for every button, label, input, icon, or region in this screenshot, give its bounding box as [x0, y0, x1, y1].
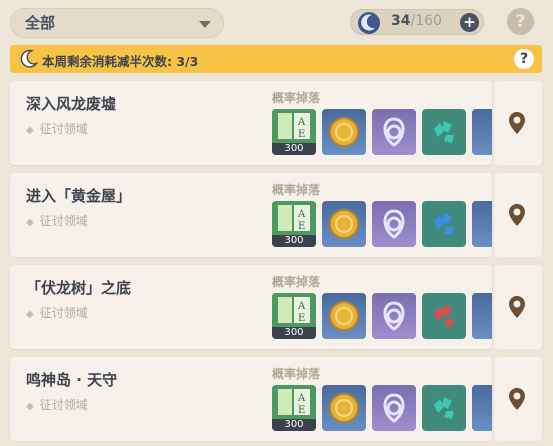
drops-label: 概率掉落 [272, 91, 321, 105]
svg-text:A: A [297, 209, 306, 220]
domain-type: ◆ 征讨领域 [26, 398, 88, 412]
domain-card[interactable]: 「伏龙树」之底 ◆ 征讨领域 概率掉落 A E 300 [10, 265, 492, 349]
knot-icon [383, 117, 405, 147]
locate-button[interactable] [494, 357, 542, 441]
adventure-exp-item[interactable]: A E 300 [272, 293, 316, 339]
item-count: 300 [272, 143, 316, 155]
extra-item[interactable] [472, 385, 492, 431]
weekly-notice-banner: 本周剩余消耗减半次数: 3/3 ? [10, 45, 542, 73]
moon-icon [20, 49, 39, 68]
domain-card[interactable]: 深入风龙废墟 ◆ 征讨领域 概率掉落 A E 300 [10, 81, 492, 165]
adventure-exp-item[interactable]: A E 300 [272, 109, 316, 155]
gem-icon [434, 121, 454, 143]
fate-item[interactable] [372, 201, 416, 247]
svg-text:E: E [298, 129, 305, 140]
diamond-icon: ◆ [26, 309, 34, 320]
svg-text:A: A [297, 301, 306, 312]
fate-item[interactable] [372, 293, 416, 339]
domain-filter-dropdown[interactable]: 全部 [10, 8, 224, 38]
fate-item[interactable] [372, 385, 416, 431]
mora-item[interactable] [322, 293, 366, 339]
adventure-exp-item[interactable]: A E 300 [272, 201, 316, 247]
svg-text:E: E [298, 405, 305, 416]
mora-item[interactable] [322, 109, 366, 155]
gem-item[interactable] [422, 293, 466, 339]
filter-label: 全部 [25, 14, 56, 32]
resin-counter: 34/160 + [350, 9, 484, 35]
item-count: 300 [272, 235, 316, 247]
mora-item[interactable] [322, 385, 366, 431]
caret-down-icon [199, 21, 211, 28]
svg-text:E: E [298, 221, 305, 232]
drops-label: 概率掉落 [272, 275, 321, 289]
extra-item[interactable] [472, 293, 492, 339]
map-pin-icon [509, 204, 525, 226]
domain-name: 进入「黄金屋」 [26, 187, 132, 205]
coin-icon [329, 301, 359, 331]
top-bar: 全部 34/160 + ? [0, 0, 553, 44]
domain-type: ◆ 征讨领域 [26, 306, 88, 320]
gem-icon [434, 397, 454, 419]
locate-button[interactable] [494, 265, 542, 349]
diamond-icon: ◆ [26, 125, 34, 136]
extra-item[interactable] [472, 109, 492, 155]
diamond-icon: ◆ [26, 401, 34, 412]
book-icon: A E [272, 109, 316, 143]
item-count: 300 [272, 419, 316, 431]
book-icon: A E [272, 385, 316, 419]
domain-type: ◆ 征讨领域 [26, 122, 88, 136]
extra-item[interactable] [472, 201, 492, 247]
resin-value: 34/160 [391, 13, 442, 29]
item-count: 300 [272, 327, 316, 339]
gem-item[interactable] [422, 109, 466, 155]
diamond-icon: ◆ [26, 217, 34, 228]
gem-icon [434, 213, 454, 235]
moon-icon [358, 12, 380, 34]
locate-button[interactable] [494, 173, 542, 257]
drops-label: 概率掉落 [272, 183, 321, 197]
add-resin-button[interactable]: + [460, 13, 479, 32]
help-button[interactable]: ? [507, 8, 534, 35]
knot-icon [383, 209, 405, 239]
book-icon: A E [272, 293, 316, 327]
svg-text:A: A [297, 117, 306, 128]
domain-name: 鸣神岛 · 天守 [26, 371, 118, 389]
coin-icon [329, 393, 359, 423]
book-icon: A E [272, 201, 316, 235]
map-pin-icon [509, 112, 525, 134]
adventure-exp-item[interactable]: A E 300 [272, 385, 316, 431]
locate-button[interactable] [494, 81, 542, 165]
drops-label: 概率掉落 [272, 367, 321, 381]
coin-icon [329, 209, 359, 239]
fate-item[interactable] [372, 109, 416, 155]
map-pin-icon [509, 388, 525, 410]
svg-text:E: E [298, 313, 305, 324]
gem-item[interactable] [422, 201, 466, 247]
domain-card[interactable]: 进入「黄金屋」 ◆ 征讨领域 概率掉落 A E 300 [10, 173, 492, 257]
domain-name: 「伏龙树」之底 [26, 279, 132, 297]
domain-type: ◆ 征讨领域 [26, 214, 88, 228]
gem-item[interactable] [422, 385, 466, 431]
domain-name: 深入风龙废墟 [26, 95, 117, 113]
domain-card[interactable]: 鸣神岛 · 天守 ◆ 征讨领域 概率掉落 A E 300 [10, 357, 492, 441]
notice-text: 本周剩余消耗减半次数: 3/3 [42, 54, 199, 69]
coin-icon [329, 117, 359, 147]
svg-text:A: A [297, 393, 306, 404]
gem-icon [434, 305, 454, 327]
knot-icon [383, 393, 405, 423]
map-pin-icon [509, 296, 525, 318]
knot-icon [383, 301, 405, 331]
notice-help-button[interactable]: ? [514, 49, 534, 69]
mora-item[interactable] [322, 201, 366, 247]
